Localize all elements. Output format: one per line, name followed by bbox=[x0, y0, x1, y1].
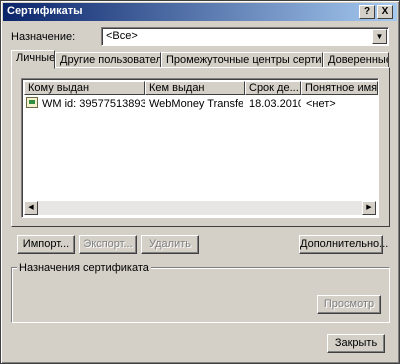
advanced-button[interactable]: Дополнительно... bbox=[299, 235, 388, 254]
import-button[interactable]: Импорт... bbox=[17, 235, 75, 254]
group-title: Назначения сертификата bbox=[17, 262, 151, 274]
certificate-list[interactable]: Кому выдан Кем выдан Срок де... Понятное… bbox=[21, 78, 379, 218]
arrow-right-icon[interactable]: ▶ bbox=[362, 201, 376, 215]
tab-trusted[interactable]: Доверенные bbox=[323, 52, 389, 68]
purpose-select[interactable]: <Все> ▼ bbox=[101, 27, 389, 46]
purpose-value: <Все> bbox=[106, 30, 138, 42]
window-title: Сертификаты bbox=[7, 5, 83, 17]
close-window-button[interactable]: X bbox=[377, 5, 393, 19]
view-button[interactable]: Просмотр bbox=[317, 295, 381, 314]
title-bar: Сертификаты ? X bbox=[3, 3, 397, 21]
row-expiration[interactable]: 18.03.2010 bbox=[249, 97, 301, 111]
tab-other-people[interactable]: Другие пользователи bbox=[55, 52, 161, 68]
certificates-dialog: Сертификаты ? X Назначение: <Все> ▼ Личн… bbox=[0, 0, 400, 364]
purpose-label: Назначение: bbox=[11, 31, 76, 43]
remove-button[interactable]: Удалить bbox=[141, 235, 199, 254]
row-friendly-name[interactable]: <нет> bbox=[306, 97, 376, 111]
close-button[interactable]: Закрыть bbox=[327, 334, 385, 353]
help-button[interactable]: ? bbox=[359, 5, 375, 19]
tab-intermediate-cas[interactable]: Промежуточные центры сертификации bbox=[161, 52, 323, 68]
row-issued-by[interactable]: WebMoney Transfer ... bbox=[149, 97, 243, 111]
column-header-issued-to[interactable]: Кому выдан bbox=[24, 81, 145, 95]
tab-personal[interactable]: Личные bbox=[11, 50, 55, 69]
horizontal-scrollbar[interactable]: ◀ ▶ bbox=[24, 201, 376, 215]
column-header-friendly-name[interactable]: Понятное имя bbox=[301, 81, 378, 95]
row-issued-to[interactable]: WM id: 395775138936 bbox=[42, 97, 145, 111]
arrow-left-icon[interactable]: ◀ bbox=[24, 201, 38, 215]
export-button[interactable]: Экспорт... bbox=[79, 235, 137, 254]
column-header-issued-by[interactable]: Кем выдан bbox=[145, 81, 245, 95]
chevron-down-icon[interactable]: ▼ bbox=[372, 29, 387, 44]
column-header-expiration[interactable]: Срок де... bbox=[245, 81, 301, 95]
certificate-icon bbox=[26, 97, 38, 108]
